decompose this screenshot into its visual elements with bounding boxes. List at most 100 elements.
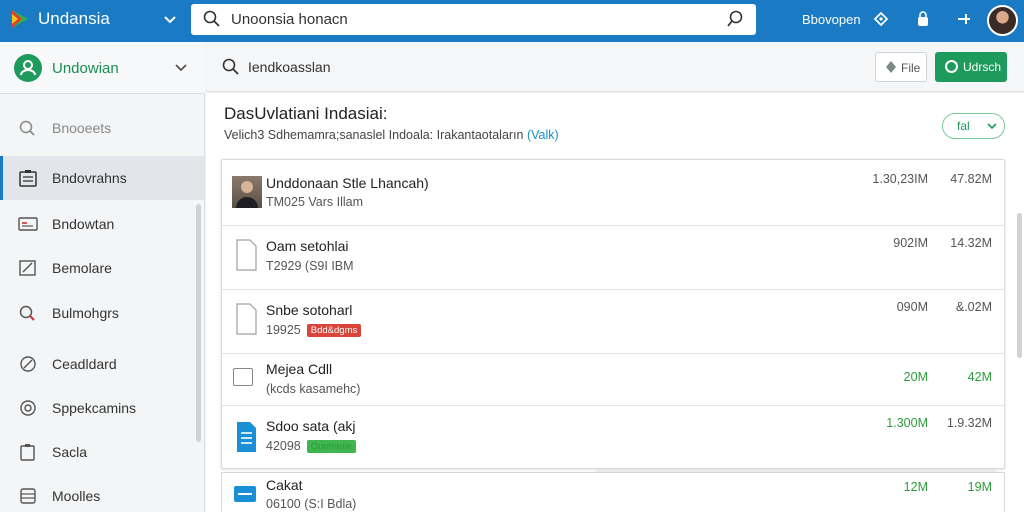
table-row[interactable]: Mejea Cdll (kcds kasamehc) 20M 42M [222, 354, 1004, 406]
page-subtitle: Velich3 Sdhemamra;sanaslel Indoala: Irak… [224, 128, 559, 142]
row-value-2: 42M [967, 370, 992, 384]
edit-icon [18, 259, 38, 277]
sidebar: Undowian Bnooeets Bndovrahns Bndowtan Be… [0, 42, 205, 512]
row-title: Mejea Cdll [266, 361, 333, 377]
row-value-2: 19M [967, 480, 992, 494]
sidebar-item-bulmohgrs[interactable]: Bulmohgrs [0, 291, 204, 335]
document-icon [232, 238, 260, 271]
row-subtitle: (kcds kasamehc) [266, 382, 361, 396]
row-value-2: 14.32M [950, 236, 992, 250]
row-subtitle: TM025 Vars Illam [266, 195, 364, 209]
top-bar: Undansia Unoonsia honacn Bbovopen [0, 0, 1024, 42]
search-icon [222, 58, 240, 76]
search-icon [18, 119, 38, 137]
row-title: Sdoo sata (akj [266, 418, 356, 434]
row-subtitle-text: 42098 [266, 439, 301, 453]
row-value-1: 20M [903, 370, 928, 384]
org-name: Undowian [52, 60, 119, 77]
content-scrollbar[interactable] [1017, 213, 1022, 358]
chevron-down-icon[interactable] [160, 10, 180, 30]
magnify-icon [18, 304, 38, 322]
search-icon [203, 10, 221, 28]
main-panel: Iendkoasslan File Udrsch DasUvlatiani In… [206, 42, 1024, 512]
chevron-down-icon[interactable] [172, 59, 190, 77]
org-icon [14, 54, 42, 82]
row-subtitle: 19925 Bdd&dgms [266, 323, 362, 338]
row-value-1: 902IM [893, 236, 928, 250]
logo-icon [10, 8, 30, 30]
pen-icon [18, 355, 38, 373]
row-value-2: 1.9.32M [946, 416, 992, 430]
row-subtitle: 06100 (S:I Bdla) [266, 497, 357, 511]
row-value-2: 47.82M [950, 172, 992, 186]
row-value-1: 090M [896, 300, 928, 314]
sidebar-item-bndowtan[interactable]: Bndowtan [0, 202, 204, 246]
sidebar-item-label: Sppekcamins [52, 400, 137, 416]
grid-icon [18, 487, 38, 505]
row-value-1: 1.30,23IM [872, 172, 928, 186]
app-name: Undansia [38, 9, 110, 28]
toolbar-search-input[interactable]: Iendkoasslan [248, 59, 331, 75]
table-row[interactable]: Cakat 06100 (S:I Bdla) 12M 19M [221, 472, 1005, 512]
sidebar-item-sacla[interactable]: Sacla [0, 430, 204, 474]
card-icon [18, 215, 38, 233]
org-switcher[interactable]: Undowian [0, 42, 205, 94]
copy-icon [18, 443, 38, 461]
sidebar-item-label: Bemolare [52, 260, 112, 276]
sidebar-item-label: Bndowtan [52, 216, 115, 232]
file-icon [886, 61, 896, 73]
row-title: Cakat [266, 477, 303, 493]
sidebar-item-sppekcamins[interactable]: Sppekcamins [0, 386, 204, 430]
primary-button-label: Udrsch [963, 60, 1002, 74]
row-title: Unddonaan Stle Lhancah) [266, 175, 429, 191]
avatar[interactable] [987, 5, 1018, 36]
user-name[interactable]: Bbovopen [802, 12, 861, 27]
add-icon[interactable] [955, 10, 973, 28]
sidebar-scrollbar[interactable] [196, 204, 201, 442]
status-badge: Ounhanie [306, 440, 356, 454]
file-button-label: File [901, 61, 921, 75]
row-value-1: 12M [903, 480, 928, 494]
file-button[interactable]: File [875, 52, 927, 82]
primary-action-button[interactable]: Udrsch [935, 52, 1007, 82]
blue-doc-icon [232, 420, 260, 452]
sidebar-item-label: Ceadldard [52, 356, 117, 372]
status-badge: Bdd&dgms [306, 324, 362, 338]
row-checkbox[interactable] [233, 368, 253, 386]
table-row[interactable]: Unddonaan Stle Lhancah) TM025 Vars Illam… [222, 160, 1004, 226]
sidebar-item-moolles[interactable]: Moolles [0, 474, 204, 512]
sidebar-item-label: Moolles [52, 488, 101, 504]
lock-icon[interactable] [914, 10, 932, 28]
row-title: Oam setohlai [266, 238, 349, 254]
table-row[interactable]: Sdoo sata (akj 42098 Ounhanie 1.300M 1.9.… [222, 406, 1004, 470]
image-icon [233, 484, 257, 504]
row-title: Snbe sotoharl [266, 302, 353, 318]
table-row[interactable]: Snbe sotoharl 19925 Bdd&dgms 090M &.02M [222, 290, 1004, 354]
sidebar-item-bemolare[interactable]: Bemolare [0, 246, 204, 290]
row-subtitle: 42098 Ounhanie [266, 439, 356, 454]
table-row[interactable]: Oam setohlai T2929 (S9I IBM 902IM 14.32M [222, 226, 1004, 290]
filter-dropdown[interactable]: fal [942, 113, 1005, 139]
sidebar-item-label: Bnooeets [52, 120, 112, 136]
gear-icon [18, 399, 38, 417]
sidebar-item-ceadldard[interactable]: Ceadldard [0, 342, 204, 386]
subtitle-link[interactable]: (Valk) [527, 128, 559, 142]
sidebar-item-bnooeets[interactable]: Bnooeets [0, 106, 204, 150]
brand[interactable]: Undansia [10, 8, 110, 30]
clipboard-icon [18, 169, 38, 187]
sidebar-item-label: Bulmohgrs [52, 305, 119, 321]
photo-thumbnail [232, 176, 262, 208]
file-list: Unddonaan Stle Lhancah) TM025 Vars Illam… [221, 159, 1005, 469]
global-search[interactable]: Unoonsia honacn [191, 4, 756, 35]
page-subtitle-text: Velich3 Sdhemamra;sanaslel Indoala: Irak… [224, 128, 524, 142]
sidebar-item-label: Sacla [52, 444, 88, 460]
diamond-icon[interactable] [872, 10, 890, 28]
content-area: DasUvlatiani Indasiai: Velich3 Sdhemamra… [206, 93, 1024, 512]
search-submit-icon[interactable] [726, 10, 744, 28]
row-value-1: 1.300M [886, 416, 928, 430]
sidebar-item-bndovrahns[interactable]: Bndovrahns [0, 156, 204, 200]
document-icon [232, 302, 260, 335]
search-input[interactable]: Unoonsia honacn [231, 11, 348, 28]
sidebar-item-label: Bndovrahns [52, 170, 127, 186]
filter-label: fal [957, 119, 970, 133]
